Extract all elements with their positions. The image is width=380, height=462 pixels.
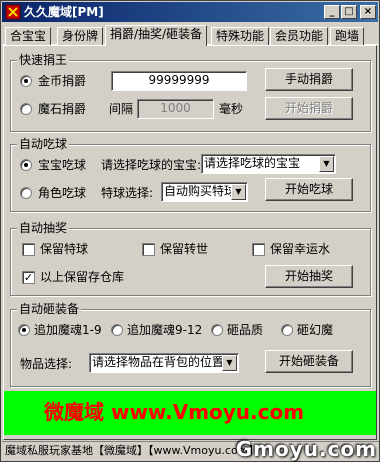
start-donate-button[interactable]: 开始捐爵 — [265, 97, 353, 120]
gold-amount-input[interactable]: 99999999 — [111, 71, 247, 91]
title-bar[interactable]: 久久魔域[PM] _ □ × — [2, 2, 378, 22]
interval-input[interactable]: 1000 — [137, 99, 214, 119]
keep-ball-checkbox[interactable] — [22, 243, 35, 256]
pet-select-prompt: 请选择吃球的宝宝: — [101, 158, 202, 172]
start-eat-button[interactable]: 开始吃球 — [265, 178, 353, 201]
smash-legend: 自动砸装备 — [17, 302, 82, 316]
keep-reborn-label: 保留转世 — [160, 242, 209, 256]
watermark-logo: Gmoyu.com — [235, 437, 377, 461]
tab-panel: 快速捐王 金币捐爵 99999999 手动捐爵 魔石捐爵 间隔 1000 毫秒 … — [3, 45, 377, 440]
item-select-label: 物品选择: — [20, 357, 73, 371]
keep-lucky-label: 保留幸运水 — [270, 242, 331, 256]
ball-select-value: 自动购买特球 — [164, 184, 237, 198]
smash-opt4-radio[interactable] — [281, 324, 293, 336]
keep-reborn-checkbox[interactable] — [142, 243, 155, 256]
tab-special[interactable]: 特殊功能 — [211, 27, 270, 45]
keep-lucky-checkbox[interactable] — [252, 243, 265, 256]
smash-opt2-radio[interactable] — [111, 324, 123, 336]
app-icon — [5, 4, 21, 20]
keep-storage-checkbox[interactable]: ✓ — [22, 271, 35, 284]
status-text: 魔域私服玩家基地【微魔域】【www.Vmoyu.com】 — [5, 444, 260, 457]
close-button[interactable]: × — [360, 5, 376, 19]
ball-select[interactable]: 自动购买特球 ▼ — [161, 182, 248, 202]
item-select-value: 请选择物品在背包的位置 — [92, 355, 225, 369]
eat-ball-legend: 自动吃球 — [17, 137, 70, 151]
tab-combine-pet[interactable]: 合宝宝 — [5, 27, 52, 45]
tab-member[interactable]: 会员功能 — [270, 27, 329, 45]
gold-donate-radio[interactable] — [20, 75, 32, 87]
pet-eat-radio[interactable] — [20, 159, 32, 171]
lottery-legend: 自动抽奖 — [17, 221, 70, 235]
smash-opt1-radio[interactable] — [18, 324, 30, 336]
minimize-button[interactable]: _ — [324, 5, 340, 19]
eat-ball-group: 自动吃球 宝宝吃球 请选择吃球的宝宝: 请选择吃球的宝宝 ▼ 角色吃球 特球选择… — [10, 137, 371, 212]
ad-banner-text: 微魔域 www.Vmoyu.com — [44, 400, 305, 424]
donate-legend: 快速捐王 — [17, 53, 70, 67]
ad-banner[interactable]: 微魔域 www.Vmoyu.com — [4, 391, 376, 435]
chevron-down-icon[interactable]: ▼ — [319, 156, 334, 172]
ball-select-prompt: 特球选择: — [101, 186, 154, 200]
maximize-button[interactable]: □ — [341, 5, 357, 19]
chevron-down-icon[interactable]: ▼ — [231, 184, 246, 200]
ms-label: 毫秒 — [219, 102, 244, 116]
manual-donate-button[interactable]: 手动捐爵 — [265, 68, 353, 91]
role-eat-label: 角色吃球 — [38, 186, 87, 200]
gold-donate-label: 金币捐爵 — [38, 74, 87, 88]
smash-group: 自动砸装备 追加魔魂1-9 追加魔魂9-12 砸品质 砸幻魔 物品选择: 请选择… — [10, 302, 371, 387]
smash-opt3-label: 砸品质 — [227, 323, 264, 337]
tab-donate-lottery-smash[interactable]: 捐爵/抽奖/砸装备 — [105, 25, 208, 46]
pet-select[interactable]: 请选择吃球的宝宝 ▼ — [201, 154, 336, 174]
keep-ball-label: 保留特球 — [40, 242, 89, 256]
pet-select-value: 请选择吃球的宝宝 — [204, 156, 301, 170]
donate-group: 快速捐王 金币捐爵 99999999 手动捐爵 魔石捐爵 间隔 1000 毫秒 … — [10, 53, 371, 132]
smash-opt4-label: 砸幻魔 — [297, 323, 334, 337]
role-eat-radio[interactable] — [20, 187, 32, 199]
stone-donate-label: 魔石捐爵 — [38, 102, 87, 116]
keep-storage-label: 以上保留存仓库 — [40, 270, 125, 284]
tab-strip: 合宝宝 身份牌 捐爵/抽奖/砸装备 特殊功能 会员功能 跑墙 — [3, 25, 379, 46]
lottery-group: 自动抽奖 保留特球 保留转世 保留幸运水 ✓ 以上保留存仓库 开始抽奖 — [10, 221, 371, 296]
tab-wall-run[interactable]: 跑墙 — [330, 27, 365, 45]
start-smash-button[interactable]: 开始砸装备 — [265, 350, 353, 373]
item-select[interactable]: 请选择物品在背包的位置 ▼ — [89, 353, 239, 373]
smash-opt3-radio[interactable] — [211, 324, 223, 336]
main-window: 久久魔域[PM] _ □ × 合宝宝 身份牌 捐爵/抽奖/砸装备 特殊功能 会员… — [0, 0, 380, 462]
chevron-down-icon[interactable]: ▼ — [222, 355, 237, 371]
start-lottery-button[interactable]: 开始抽奖 — [265, 265, 353, 288]
pet-eat-label: 宝宝吃球 — [38, 158, 87, 172]
window-title: 久久魔域[PM] — [24, 5, 104, 19]
interval-label: 间隔 — [109, 102, 134, 116]
smash-opt2-label: 追加魔魂9-12 — [127, 323, 203, 337]
tab-id-card[interactable]: 身份牌 — [57, 27, 104, 45]
smash-opt1-label: 追加魔魂1-9 — [34, 323, 102, 337]
stone-donate-radio[interactable] — [20, 103, 32, 115]
